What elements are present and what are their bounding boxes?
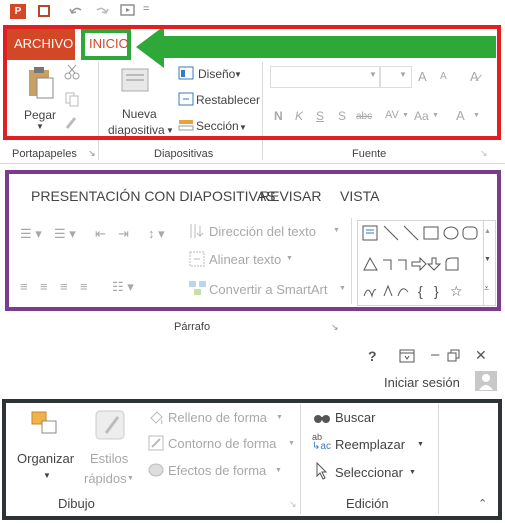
qat-more-glyph[interactable]: =: [143, 3, 149, 15]
paragraph-group-label: Párrafo: [174, 321, 211, 333]
signin-link[interactable]: Iniciar sesión: [384, 375, 460, 390]
font-launcher-icon[interactable]: ↘: [480, 148, 488, 159]
quick-access-toolbar: P =: [0, 0, 505, 24]
paragraph-launcher-icon[interactable]: ↘: [331, 322, 339, 333]
slides-group-label: Diapositivas: [154, 148, 214, 160]
start-from-beginning-icon[interactable]: [120, 4, 136, 18]
avatar-person-icon: [479, 374, 493, 390]
restore-icon[interactable]: [447, 349, 461, 363]
home-ribbon-box: [3, 25, 501, 140]
save-icon[interactable]: [38, 5, 50, 17]
font-group-label: Fuente: [352, 148, 387, 160]
undo-icon[interactable]: [68, 4, 84, 18]
close-button[interactable]: ✕: [475, 347, 487, 364]
ribbon-display-options-icon[interactable]: [399, 349, 415, 363]
powerpoint-icon: P: [10, 4, 26, 19]
drawing-editing-box: [2, 399, 502, 520]
help-button[interactable]: ?: [368, 348, 377, 364]
minimize-button[interactable]: –: [431, 346, 439, 363]
ribbon-bottom-line: [0, 163, 505, 164]
redo-icon[interactable]: [94, 4, 110, 18]
clipboard-launcher-icon[interactable]: ↘: [88, 148, 96, 159]
paragraph-section-box: [5, 170, 501, 311]
clipboard-group-label: Portapapeles: [12, 148, 77, 160]
